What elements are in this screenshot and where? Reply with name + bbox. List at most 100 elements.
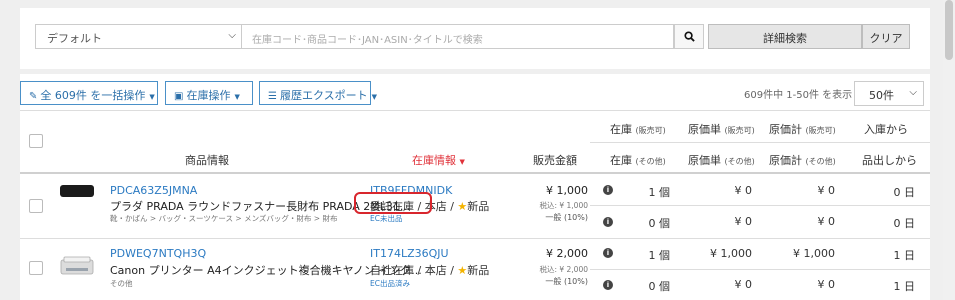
- header-inbound-from: 入庫から: [864, 123, 908, 136]
- stock-type: 自社在庫: [370, 264, 414, 277]
- tax-category: 一般 (10%): [545, 213, 588, 222]
- header-other-note: (その他): [724, 157, 755, 166]
- header-unit-cost-label: 原価単: [688, 154, 721, 167]
- row-checkbox[interactable]: [29, 199, 43, 213]
- info-icon[interactable]: i: [603, 248, 613, 258]
- divider: [590, 142, 930, 143]
- header-unit-cost-sellable: 原価単 (販売可): [688, 121, 755, 137]
- header-unit-cost-other: 原価単 (その他): [688, 152, 755, 168]
- header-sale-price: 販売金額: [533, 154, 577, 167]
- divider: [20, 110, 930, 111]
- condition: 新品: [467, 264, 490, 277]
- header-stock-info[interactable]: 在庫情報 ▼: [412, 152, 465, 168]
- search-input[interactable]: 在庫コード･商品コード･JAN･ASIN･タイトルで検索: [242, 24, 674, 49]
- sort-desc-icon: ▼: [459, 158, 465, 166]
- qty-other: 0 個: [648, 217, 671, 230]
- total-cost-other: ¥ 0: [817, 215, 836, 228]
- header-stock-info-label: 在庫情報: [412, 154, 456, 167]
- header-sellable-note: (販売可): [724, 126, 755, 135]
- divider: [590, 205, 930, 206]
- header-total-cost-label: 原価計: [769, 154, 802, 167]
- stock-detail: 自社在庫 / 本店 / ★新品: [370, 264, 490, 277]
- preset-select[interactable]: デフォルト ⌵: [35, 24, 242, 49]
- edit-icon: ✎: [29, 91, 38, 102]
- product-sku-link[interactable]: PDWEQ7NTQH3Q: [110, 247, 206, 260]
- store-name: 本店: [424, 264, 447, 277]
- product-sku-link[interactable]: PDCA63Z5JMNA: [110, 184, 197, 197]
- info-icon[interactable]: i: [603, 280, 613, 290]
- header-total-cost-other: 原価計 (その他): [769, 152, 836, 168]
- result-count: 609件中 1-50件 を表示: [744, 90, 853, 101]
- per-page-value: 50件: [869, 89, 894, 102]
- product-image: [60, 256, 94, 276]
- total-cost-sellable: ¥ 1,000: [793, 247, 835, 260]
- unit-cost-other: ¥ 0: [734, 278, 753, 291]
- search-icon: [683, 31, 695, 42]
- bulk-action-button[interactable]: ✎ 全 609件 を一括操作 ▼: [20, 81, 158, 105]
- header-unit-cost-label: 原価単: [688, 123, 721, 136]
- scrollbar[interactable]: [943, 0, 955, 300]
- history-export-label: 履歴エクスポート: [279, 89, 368, 102]
- header-stock-label: 在庫: [610, 123, 632, 136]
- per-page-select[interactable]: 50件 ⌵: [854, 81, 924, 106]
- header-stock-sellable: 在庫 (販売可): [610, 121, 666, 137]
- row-checkbox[interactable]: [29, 261, 43, 275]
- stock-ops-button[interactable]: ▣ 在庫操作 ▼: [165, 81, 253, 105]
- header-total-cost-sellable: 原価計 (販売可): [769, 121, 836, 137]
- header-product-info: 商品情報: [185, 154, 229, 167]
- days-since-inbound: 0 日: [893, 186, 916, 199]
- condition: 新品: [467, 200, 490, 213]
- chevron-down-icon: ⌵: [909, 87, 917, 98]
- scrollbar-thumb[interactable]: [945, 0, 953, 60]
- product-category: その他: [110, 279, 133, 288]
- list-icon: ☰: [268, 91, 277, 102]
- unit-cost-other: ¥ 0: [734, 215, 753, 228]
- header-since-shipping: 品出しから: [862, 154, 917, 167]
- total-cost-sellable: ¥ 0: [817, 184, 836, 197]
- qty-sellable: 1 個: [648, 186, 671, 199]
- clear-button[interactable]: クリア: [862, 24, 910, 49]
- header-other-note: (その他): [635, 157, 666, 166]
- header-stock-label: 在庫: [610, 154, 632, 167]
- search-button[interactable]: [674, 24, 704, 49]
- days-since-shipping: 0 日: [893, 217, 916, 230]
- sale-price: ¥ 2,000: [546, 247, 588, 260]
- unit-cost-sellable: ¥ 1,000: [710, 247, 752, 260]
- history-export-button[interactable]: ☰ 履歴エクスポート ▼: [259, 81, 377, 105]
- preset-value: デフォルト: [47, 32, 102, 45]
- ec-status: EC未出品: [370, 214, 403, 223]
- product-category: 靴・かばん > バッグ・スーツケース > メンズバッグ・財布 > 財布: [110, 214, 338, 223]
- stock-ops-label: 在庫操作: [186, 89, 231, 102]
- header-other-note: (その他): [805, 157, 836, 166]
- days-since-shipping: 1 日: [893, 280, 916, 293]
- ec-status: EC出品済み: [370, 279, 410, 288]
- info-icon[interactable]: i: [603, 185, 613, 195]
- search-placeholder: 在庫コード･商品コード･JAN･ASIN･タイトルで検索: [252, 35, 483, 46]
- caret-down-icon: ▼: [371, 93, 378, 101]
- divider: [590, 269, 930, 270]
- qty-sellable: 1 個: [648, 249, 671, 262]
- bulk-action-label: 全 609件 を一括操作: [40, 89, 146, 102]
- select-all-checkbox[interactable]: [29, 134, 43, 148]
- caret-down-icon: ▼: [149, 93, 155, 101]
- total-cost-other: ¥ 0: [817, 278, 836, 291]
- cubes-icon: ▣: [174, 91, 184, 102]
- star-icon: ★: [457, 200, 468, 213]
- stock-table-card: ✎ 全 609件 を一括操作 ▼ ▣ 在庫操作 ▼ ☰ 履歴エクスポート ▼ 609件中 1…: [20, 74, 930, 300]
- header-sellable-note: (販売可): [635, 126, 666, 135]
- product-image: [60, 185, 94, 197]
- header-sellable-note: (販売可): [805, 126, 836, 135]
- detail-search-button[interactable]: 詳細検索: [708, 24, 862, 49]
- unit-cost-sellable: ¥ 0: [734, 184, 753, 197]
- info-icon[interactable]: i: [603, 217, 613, 227]
- star-icon: ★: [457, 264, 468, 277]
- divider: [20, 238, 930, 239]
- header-stock-other: 在庫 (その他): [610, 152, 666, 168]
- chevron-down-icon: ⌵: [228, 30, 236, 41]
- tax-included-price: 税込: ¥ 2,000: [539, 265, 588, 274]
- filter-card: デフォルト ⌵ 在庫コード･商品コード･JAN･ASIN･タイトルで検索 詳細検…: [20, 8, 930, 69]
- stock-code-link[interactable]: IT174LZ36QJU: [370, 247, 449, 260]
- tax-category: 一般 (10%): [545, 277, 588, 286]
- highlight-annotation: [354, 192, 432, 214]
- days-since-inbound: 1 日: [893, 249, 916, 262]
